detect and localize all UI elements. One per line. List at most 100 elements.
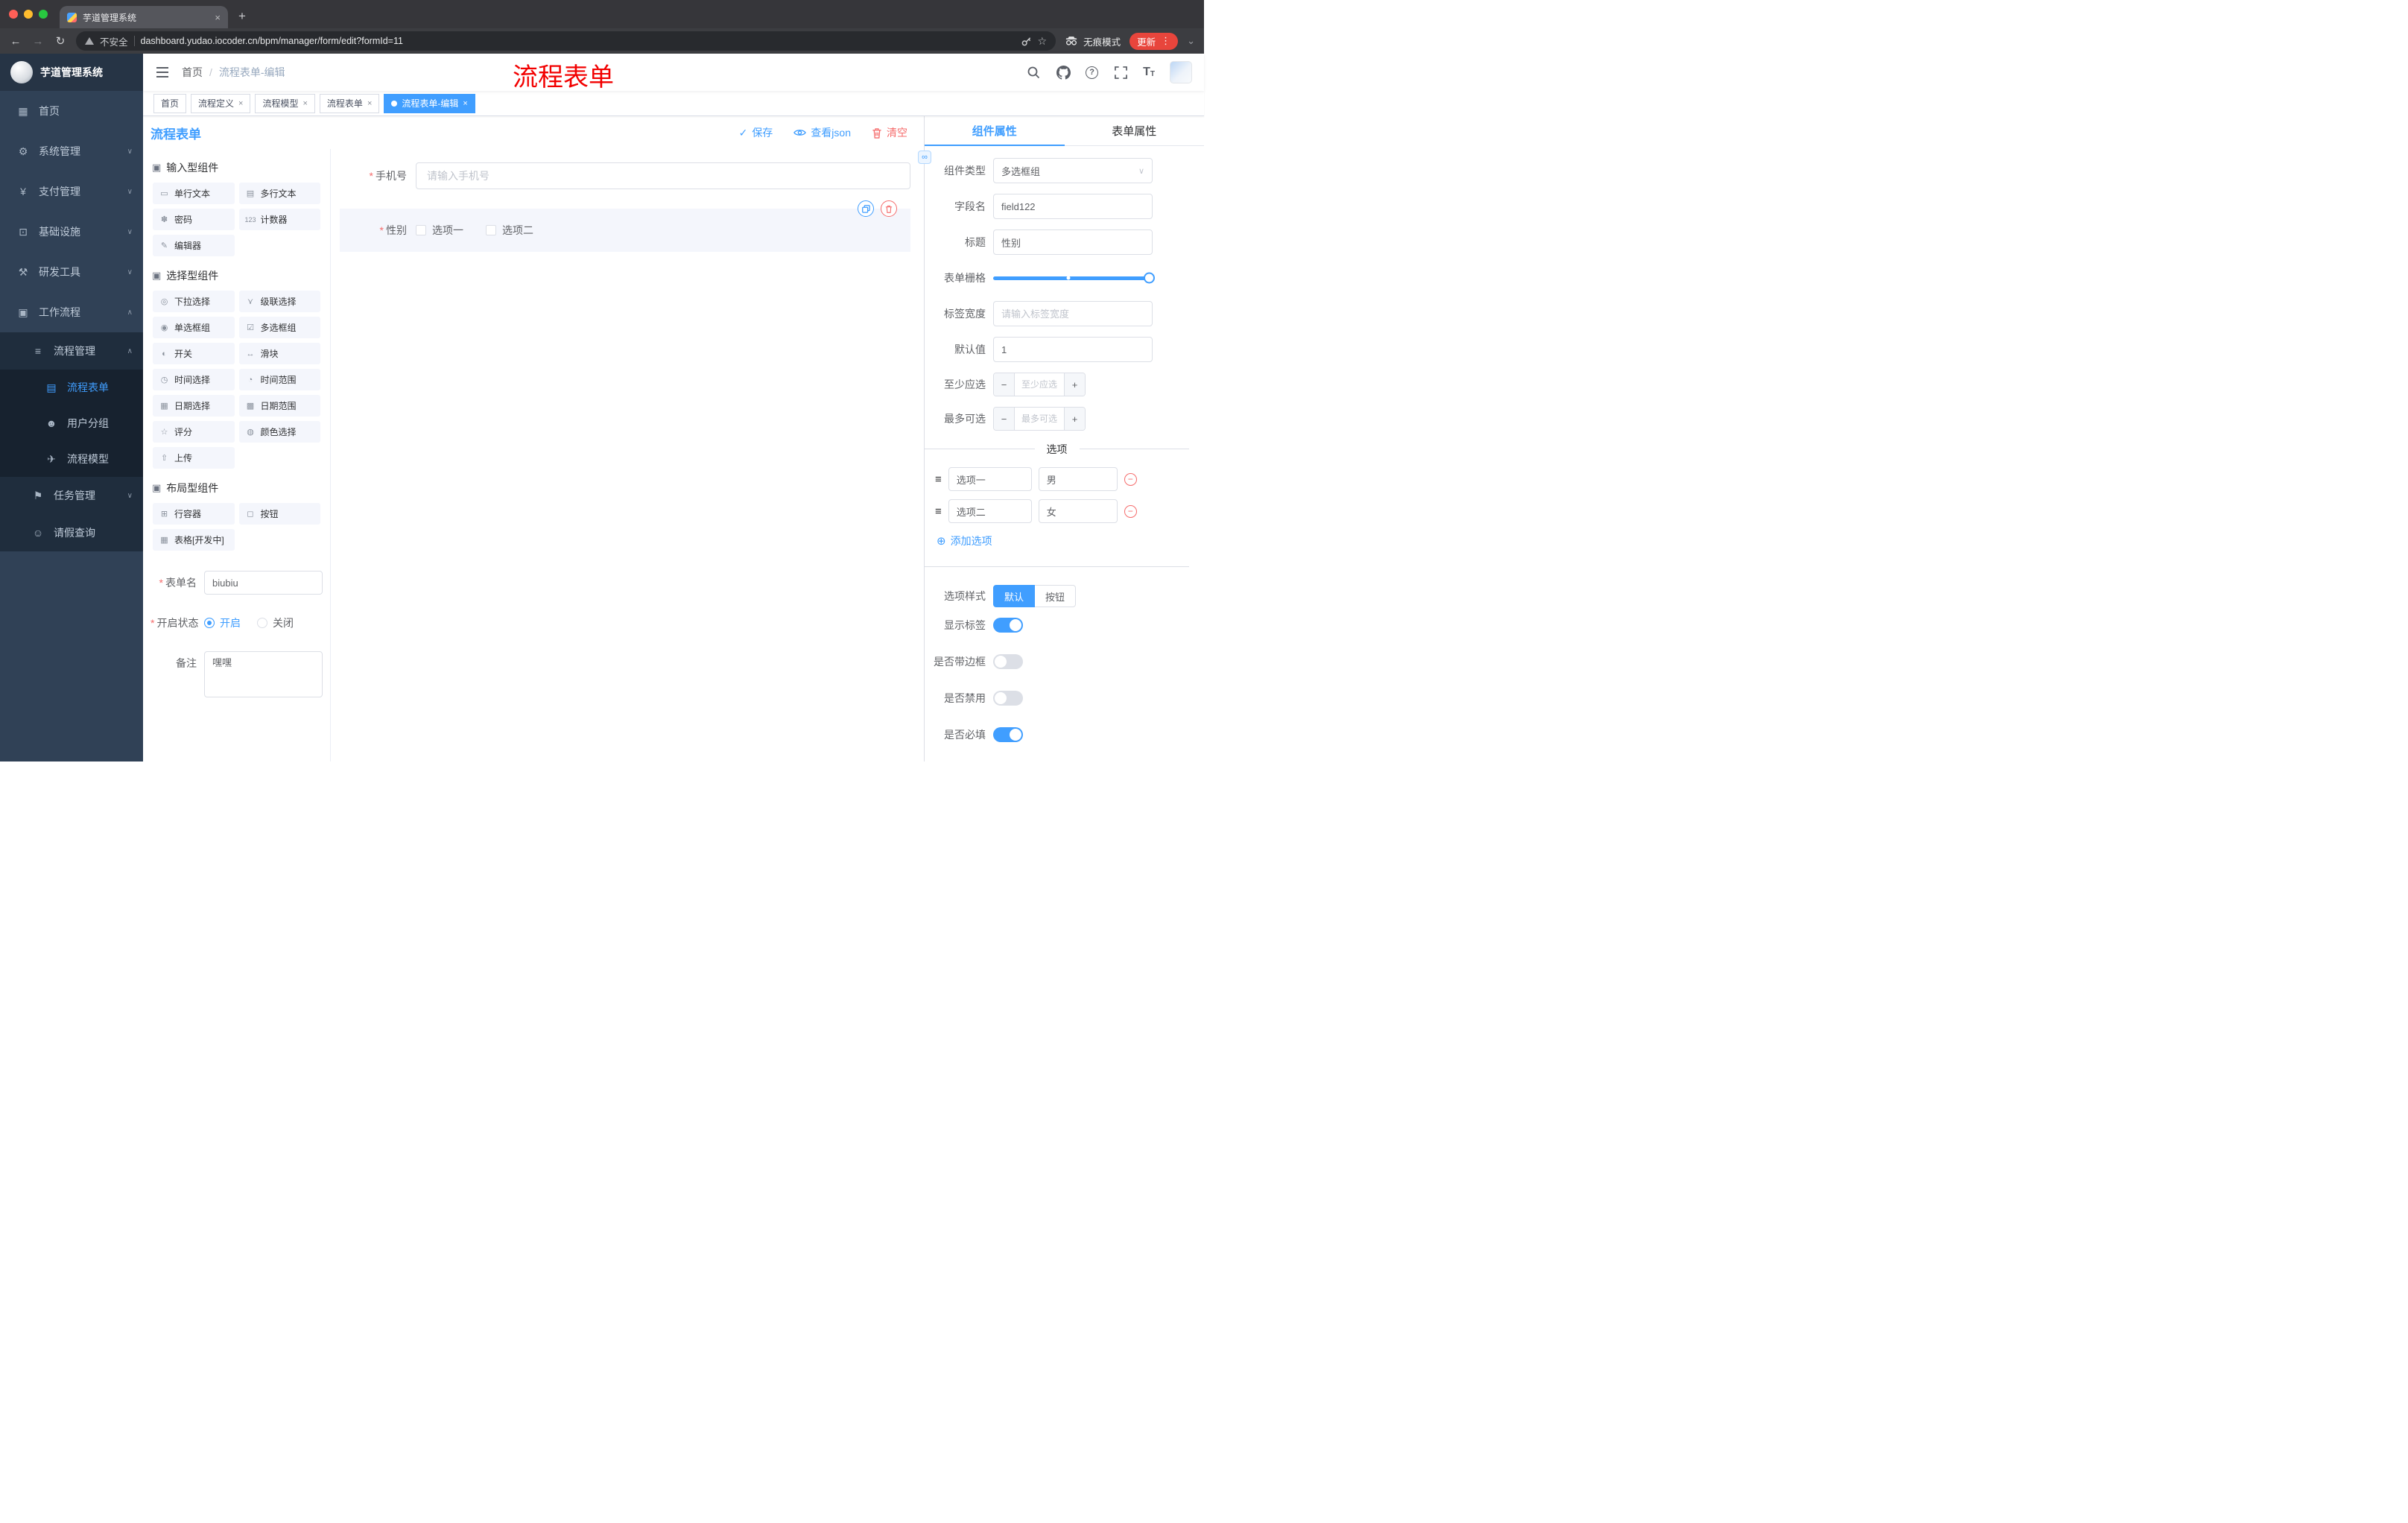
profile-caret-icon[interactable]: ⌄ <box>1187 35 1195 47</box>
phone-field-widget[interactable]: * 手机号 <box>340 162 910 189</box>
palette-item-button[interactable]: ◻ 按钮 <box>238 503 320 525</box>
sidebar-item-process-management[interactable]: ≡ 流程管理 ∧ <box>0 332 143 370</box>
palette-item-date-picker[interactable]: ▦ 日期选择 <box>153 395 235 417</box>
breadcrumb-home[interactable]: 首页 <box>182 65 203 80</box>
palette-item-counter[interactable]: 123 计数器 <box>238 209 320 230</box>
form-canvas[interactable]: * 手机号 请输入手机号 * 性别 选项一 选项二 <box>331 149 924 762</box>
tab-process-form-edit[interactable]: 流程表单-编辑 × <box>384 93 475 113</box>
sidebar-item-leave-query[interactable]: ☺ 请假查询 <box>0 514 143 551</box>
option-value-input[interactable] <box>1038 499 1118 523</box>
avatar[interactable] <box>1170 61 1192 83</box>
status-off-radio[interactable]: 关闭 <box>257 611 294 635</box>
tab-process-model[interactable]: 流程模型 × <box>255 93 315 113</box>
palette-item-single-line-text[interactable]: ▭ 单行文本 <box>153 183 235 204</box>
option-label-input[interactable] <box>948 499 1032 523</box>
palette-item-time-range[interactable]: ◔ 时间范围 <box>238 369 320 390</box>
sidebar-item-infrastructure[interactable]: ⊡ 基础设施 ∨ <box>0 212 143 252</box>
slider-handle[interactable] <box>1144 272 1155 284</box>
palette-item-slider[interactable]: ↔ 滑块 <box>238 343 320 364</box>
title-input[interactable] <box>993 229 1153 255</box>
back-icon[interactable]: ← <box>9 35 22 48</box>
increase-button[interactable]: + <box>1064 373 1085 396</box>
form-remark-textarea[interactable]: 嘿嘿 <box>204 651 323 697</box>
new-tab-button[interactable]: + <box>238 9 246 24</box>
gender-option-1[interactable]: 选项一 <box>416 223 463 238</box>
palette-item-time-picker[interactable]: ◷ 时间选择 <box>153 369 235 390</box>
url-text[interactable]: dashboard.yudao.iocoder.cn/bpm/manager/f… <box>141 36 1015 46</box>
palette-item-select[interactable]: ◎ 下拉选择 <box>153 291 235 312</box>
decrease-button[interactable]: − <box>994 408 1015 430</box>
style-default-button[interactable]: 默认 <box>993 585 1036 607</box>
tab-home[interactable]: 首页 <box>153 93 187 113</box>
increase-button[interactable]: + <box>1064 408 1085 430</box>
sidebar-item-user-group[interactable]: ☻ 用户分组 <box>0 405 143 441</box>
help-icon[interactable]: ? <box>1086 66 1099 79</box>
show-label-toggle[interactable] <box>993 618 1023 633</box>
copy-widget-button[interactable] <box>858 200 874 217</box>
gender-option-2[interactable]: 选项二 <box>486 223 533 238</box>
palette-item-color-picker[interactable]: ◍ 颜色选择 <box>238 421 320 443</box>
form-name-input[interactable] <box>204 571 323 595</box>
tab-close-icon[interactable]: × <box>215 12 221 23</box>
palette-item-rate[interactable]: ☆ 评分 <box>153 421 235 443</box>
sidebar-item-dev-tools[interactable]: ⚒ 研发工具 ∨ <box>0 252 143 292</box>
remove-option-button[interactable]: − <box>1124 472 1137 486</box>
clear-button[interactable]: 清空 <box>872 125 907 140</box>
browser-tab[interactable]: 芋道管理系统 × <box>60 6 228 28</box>
palette-item-editor[interactable]: ✎ 编辑器 <box>153 235 235 256</box>
gender-field-widget-selected[interactable]: * 性别 选项一 选项二 <box>340 200 910 252</box>
sidebar-item-process-model[interactable]: ✈ 流程模型 <box>0 441 143 477</box>
palette-item-switch[interactable]: ◐ 开关 <box>153 343 235 364</box>
password-key-icon[interactable] <box>1021 36 1032 47</box>
reload-icon[interactable]: ↻ <box>54 34 67 48</box>
maximize-window-button[interactable] <box>39 10 48 19</box>
sidebar-item-system-management[interactable]: ⚙ 系统管理 ∨ <box>0 131 143 171</box>
min-select-input[interactable] <box>1015 373 1064 396</box>
status-on-radio[interactable]: 开启 <box>204 611 241 635</box>
tab-process-form[interactable]: 流程表单 × <box>319 93 380 113</box>
disabled-toggle[interactable] <box>993 691 1023 706</box>
sidebar-item-home[interactable]: ▦ 首页 <box>0 91 143 131</box>
browser-menu-icon[interactable]: ⋮ <box>1161 35 1170 47</box>
palette-item-password[interactable]: ✽ 密码 <box>153 209 235 230</box>
palette-item-date-range[interactable]: ▩ 日期范围 <box>238 395 320 417</box>
close-icon[interactable]: × <box>238 99 243 108</box>
save-button[interactable]: ✓ 保存 <box>739 125 773 140</box>
update-button[interactable]: 更新 ⋮ <box>1129 32 1179 50</box>
checkbox-icon[interactable] <box>486 225 496 235</box>
minimize-window-button[interactable] <box>24 10 33 19</box>
style-button-button[interactable]: 按钮 <box>1035 585 1077 607</box>
grid-slider[interactable] <box>993 265 1155 291</box>
hamburger-icon[interactable] <box>155 65 170 80</box>
phone-input[interactable] <box>416 162 910 189</box>
palette-item-textarea[interactable]: ▤ 多行文本 <box>238 183 320 204</box>
checkbox-icon[interactable] <box>416 225 426 235</box>
fullscreen-icon[interactable] <box>1113 65 1128 80</box>
palette-item-checkbox-group[interactable]: ☑ 多选框组 <box>238 317 320 338</box>
palette-item-row-container[interactable]: ⊞ 行容器 <box>153 503 235 525</box>
sidebar-logo[interactable]: 芋道管理系统 <box>0 54 143 91</box>
close-window-button[interactable] <box>9 10 18 19</box>
sidebar-item-workflow[interactable]: ▣ 工作流程 ∧ <box>0 292 143 332</box>
decrease-button[interactable]: − <box>994 373 1015 396</box>
font-size-icon[interactable]: TT <box>1143 66 1155 78</box>
remove-option-button[interactable]: − <box>1124 504 1137 518</box>
tab-component-props[interactable]: 组件属性 <box>925 116 1065 146</box>
address-bar[interactable]: 不安全 dashboard.yudao.iocoder.cn/bpm/manag… <box>76 31 1056 51</box>
label-width-input[interactable] <box>993 301 1153 326</box>
field-name-input[interactable] <box>993 194 1153 219</box>
max-select-input[interactable] <box>1015 408 1064 430</box>
delete-widget-button[interactable] <box>881 200 897 217</box>
close-icon[interactable]: × <box>463 99 467 108</box>
option-value-input[interactable] <box>1038 467 1118 491</box>
sidebar-item-task-management[interactable]: ⚑ 任务管理 ∨ <box>0 477 143 514</box>
option-label-input[interactable] <box>948 467 1032 491</box>
palette-item-radio-group[interactable]: ◉ 单选框组 <box>153 317 235 338</box>
link-icon[interactable]: ∞ <box>918 151 931 164</box>
default-value-input[interactable] <box>993 337 1153 362</box>
view-json-button[interactable]: 查看json <box>793 125 851 140</box>
github-icon[interactable] <box>1056 65 1071 80</box>
drag-handle-icon[interactable]: ≡ <box>935 505 942 518</box>
palette-item-upload[interactable]: ⇧ 上传 <box>153 447 235 469</box>
close-icon[interactable]: × <box>367 99 372 108</box>
